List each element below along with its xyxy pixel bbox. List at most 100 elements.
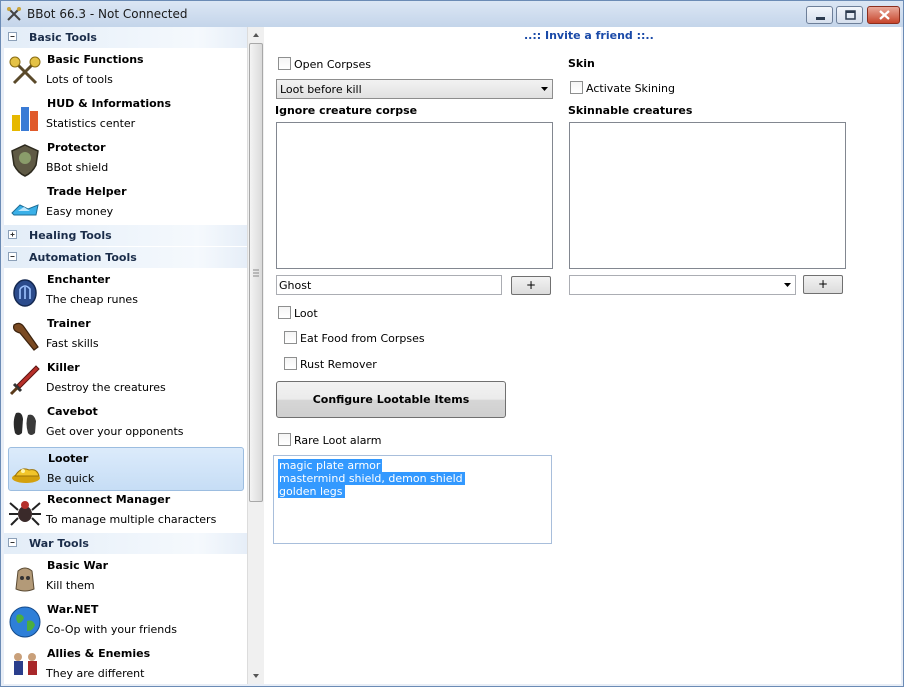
group-header-automation-tools[interactable]: Automation Tools <box>4 247 247 268</box>
item-subtitle: BBot shield <box>46 161 109 174</box>
group-header-healing-tools[interactable]: Healing Tools <box>4 225 247 246</box>
rune-icon <box>13 279 37 307</box>
sidebar-item-trainer[interactable]: Trainer Fast skills <box>4 312 244 356</box>
crystal-coins-icon <box>11 204 39 216</box>
ignore-creature-input[interactable]: Ghost <box>276 275 502 295</box>
group-header-war-tools[interactable]: War Tools <box>4 533 247 554</box>
loot-label: Loot <box>294 307 318 320</box>
sidebar-item-hud-informations[interactable]: HUD & Informations Statistics center <box>4 92 244 136</box>
scroll-up-arrow-icon[interactable] <box>248 27 264 43</box>
collapse-icon[interactable] <box>8 32 17 41</box>
app-window: BBot 66.3 - Not Connected Basic Tools Ba… <box>0 0 904 687</box>
item-subtitle: Fast skills <box>46 337 99 350</box>
item-title: Trainer <box>47 317 91 330</box>
ignore-creature-list[interactable] <box>276 122 553 269</box>
skinnable-creatures-list[interactable] <box>569 122 846 269</box>
eat-food-label: Eat Food from Corpses <box>300 332 425 345</box>
sword-icon <box>9 365 40 396</box>
sidebar-item-war-net[interactable]: War.NET Co-Op with your friends <box>4 598 244 642</box>
item-title: Basic War <box>47 559 109 572</box>
title-bar[interactable]: BBot 66.3 - Not Connected <box>1 1 903 27</box>
sidebar-item-protector[interactable]: Protector BBot shield <box>4 136 244 180</box>
client-area: Basic Tools Basic Functions Lots of tool… <box>4 27 901 684</box>
skinnable-creatures-heading: Skinnable creatures <box>568 104 693 117</box>
sidebar-item-cavebot[interactable]: Cavebot Get over your opponents <box>4 400 244 444</box>
item-subtitle: Co-Op with your friends <box>46 623 177 636</box>
loot-mode-dropdown[interactable]: Loot before kill <box>276 79 553 99</box>
globe-icon <box>9 606 41 638</box>
skinnable-creature-dropdown[interactable] <box>569 275 796 295</box>
rust-remover-label: Rust Remover <box>300 358 377 371</box>
add-ignore-creature-button[interactable]: + <box>511 276 551 295</box>
crossed-wands-icon <box>7 7 21 21</box>
skull-bag-icon <box>15 567 35 592</box>
sidebar-item-basic-war[interactable]: Basic War Kill them <box>4 554 244 598</box>
sidebar-item-killer[interactable]: Killer Destroy the creatures <box>4 356 244 400</box>
item-title: Killer <box>47 361 80 374</box>
item-subtitle: The cheap runes <box>46 293 138 306</box>
close-button[interactable] <box>867 6 900 24</box>
maximize-button[interactable] <box>836 6 863 24</box>
activate-skinning-label: Activate Skining <box>586 82 675 95</box>
item-subtitle: Destroy the creatures <box>46 381 166 394</box>
sidebar-item-looter[interactable]: Looter Be quick <box>8 447 244 491</box>
sidebar-item-allies-enemies[interactable]: Allies & Enemies They are different <box>4 642 244 684</box>
invite-friend-link[interactable]: ..:: Invite a friend ::.. <box>524 29 654 42</box>
item-title: Enchanter <box>47 273 111 286</box>
configure-lootable-items-button[interactable]: Configure Lootable Items <box>276 381 506 418</box>
shield-icon <box>11 144 39 177</box>
scroll-thumb[interactable] <box>249 43 263 502</box>
rare-loot-line: golden legs <box>278 485 345 498</box>
eat-food-checkbox[interactable] <box>284 331 297 344</box>
item-subtitle: Be quick <box>47 472 95 485</box>
rare-loot-alarm-label: Rare Loot alarm <box>294 434 382 447</box>
loot-checkbox[interactable] <box>278 306 291 319</box>
item-subtitle: They are different <box>46 667 145 680</box>
sidebar-item-enchanter[interactable]: Enchanter The cheap runes <box>4 268 244 312</box>
chevron-down-icon <box>541 87 548 91</box>
sidebar-item-reconnect-manager[interactable]: Reconnect Manager To manage multiple cha… <box>4 488 244 532</box>
scroll-down-arrow-icon[interactable] <box>248 668 264 684</box>
warriors-icon <box>14 653 37 675</box>
minimize-icon <box>816 17 825 20</box>
group-header-basic-tools[interactable]: Basic Tools <box>4 27 247 48</box>
spider-icon <box>9 501 41 526</box>
item-title: Cavebot <box>47 405 98 418</box>
minimize-button[interactable] <box>806 6 833 24</box>
item-title: Reconnect Manager <box>47 493 171 506</box>
sidebar-item-trade-helper[interactable]: Trade Helper Easy money <box>4 180 244 224</box>
collapse-icon[interactable] <box>8 538 17 547</box>
maximize-icon <box>845 10 856 20</box>
group-label: War Tools <box>29 537 89 550</box>
item-title: Protector <box>47 141 106 154</box>
sidebar-item-basic-functions[interactable]: Basic Functions Lots of tools <box>4 48 244 92</box>
open-corpses-checkbox[interactable] <box>278 57 291 70</box>
crossed-wands-icon <box>9 56 41 85</box>
grip-icon <box>253 269 259 277</box>
window-title: BBot 66.3 - Not Connected <box>27 7 188 21</box>
rare-loot-textarea[interactable]: magic plate armor mastermind shield, dem… <box>273 455 552 544</box>
item-title: Looter <box>48 452 89 465</box>
item-subtitle: Easy money <box>46 205 114 218</box>
item-title: Basic Functions <box>47 53 144 66</box>
activate-skinning-checkbox[interactable] <box>570 81 583 94</box>
skin-heading: Skin <box>568 57 595 70</box>
rare-loot-alarm-checkbox[interactable] <box>278 433 291 446</box>
sidebar-scrollbar[interactable] <box>247 27 264 684</box>
add-skinnable-creature-button[interactable]: + <box>803 275 843 294</box>
item-title: War.NET <box>47 603 99 616</box>
item-title: Allies & Enemies <box>47 647 151 660</box>
looter-panel: ..:: Invite a friend ::.. Open Corpses L… <box>266 27 901 684</box>
group-label: Basic Tools <box>29 31 97 44</box>
item-subtitle: Statistics center <box>46 117 136 130</box>
collapse-icon[interactable] <box>8 252 17 261</box>
rare-loot-line: mastermind shield, demon shield <box>278 472 465 485</box>
item-subtitle: Kill them <box>46 579 95 592</box>
open-corpses-label: Open Corpses <box>294 58 372 71</box>
tools-sidebar: Basic Tools Basic Functions Lots of tool… <box>4 27 247 684</box>
expand-icon[interactable] <box>8 230 17 239</box>
ignore-creature-value: Ghost <box>279 279 312 292</box>
chevron-down-icon <box>784 283 791 287</box>
club-icon <box>13 322 39 351</box>
rust-remover-checkbox[interactable] <box>284 357 297 370</box>
